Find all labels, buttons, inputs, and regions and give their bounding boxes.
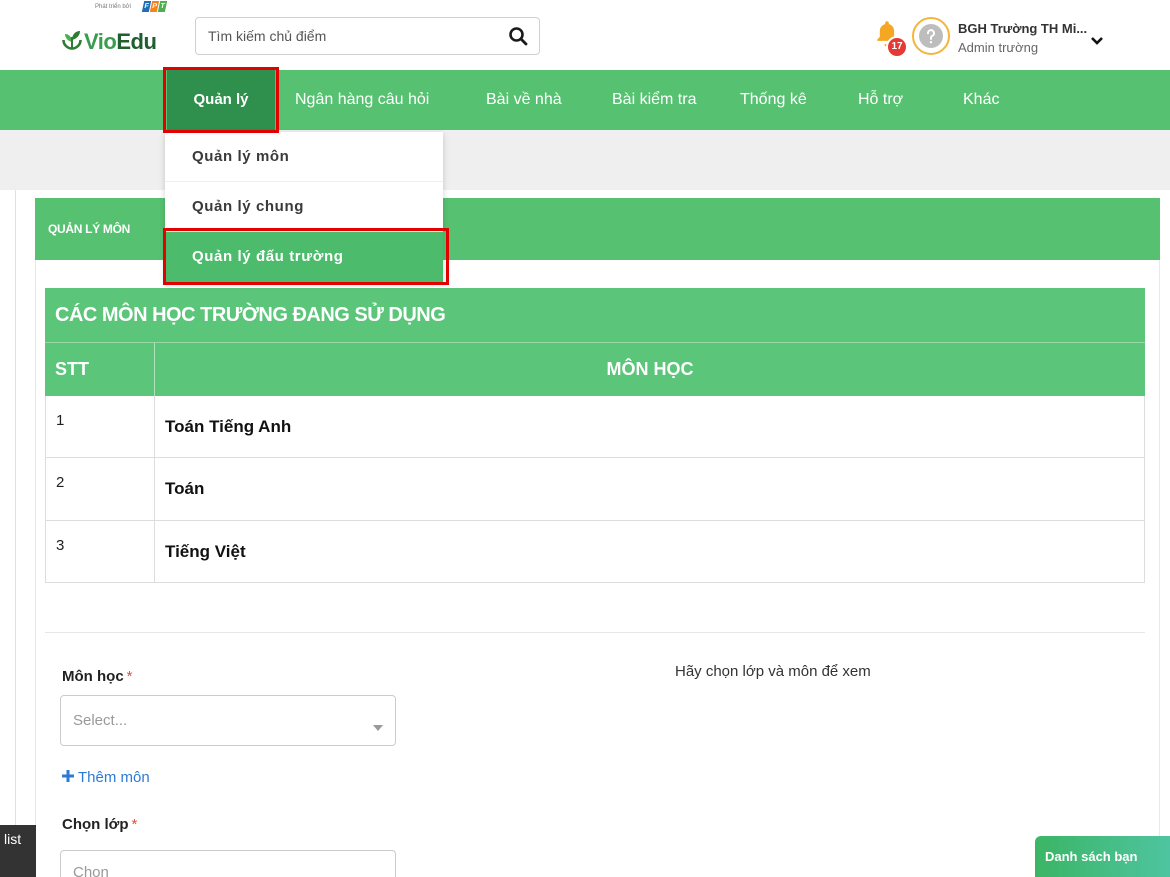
highlight-box-nav (163, 67, 279, 133)
menu-item-quan-ly-mon[interactable]: Quản lý môn (165, 132, 443, 182)
nav-item-ho-tro[interactable]: Hỗ trợ (858, 70, 903, 130)
subject-select-placeholder: Select... (73, 712, 128, 729)
row-subject: Toán Tiếng Anh (165, 416, 292, 436)
logo-text-vio: Vio (84, 29, 117, 54)
friends-list-tab[interactable]: Danh sách bạn (1035, 836, 1170, 877)
chevron-down-icon[interactable] (1090, 33, 1104, 45)
class-label: Chọn lớp * (62, 816, 137, 833)
fpt-logo-letter: T (157, 1, 168, 12)
highlight-box-dropdown (163, 228, 449, 285)
search-placeholder: Tìm kiếm chủ điểm (208, 28, 327, 44)
column-header-stt: STT (45, 343, 155, 396)
required-marker: * (126, 668, 133, 685)
plus-icon (62, 769, 74, 786)
table-header: STT MÔN HỌC (45, 342, 1145, 396)
logo-text-edu: Edu (116, 29, 157, 54)
table-title: CÁC MÔN HỌC TRƯỜNG ĐANG SỬ DỤNG (45, 288, 1145, 342)
caret-down-icon (373, 718, 383, 731)
add-subject-link[interactable]: Thêm môn (62, 769, 150, 786)
sprout-icon[interactable] (60, 26, 84, 54)
nav-item-bai-ve-nha[interactable]: Bài về nhà (486, 70, 562, 130)
hint-text: Hãy chọn lớp và môn để xem (675, 663, 871, 680)
row-index: 2 (46, 458, 155, 520)
subject-label: Môn học * (62, 668, 133, 685)
row-subject: Toán (165, 479, 205, 498)
logo-tagline: Phát triển bởi (95, 4, 131, 10)
list-tab[interactable]: list (0, 825, 36, 877)
nav-item-khac[interactable]: Khác (963, 70, 999, 130)
menu-item-quan-ly-chung[interactable]: Quản lý chung (165, 182, 443, 232)
panel-title: QUẢN LÝ MÔN (48, 222, 131, 236)
subjects-table: CÁC MÔN HỌC TRƯỜNG ĐANG SỬ DỤNG STT MÔN … (45, 288, 1145, 583)
avatar[interactable] (912, 17, 950, 55)
caret-down-icon (373, 870, 383, 876)
fpt-logo: F P T (141, 1, 168, 12)
search-icon[interactable] (508, 26, 528, 46)
row-index: 3 (46, 521, 155, 582)
nav-item-bai-kiem-tra[interactable]: Bài kiểm tra (612, 70, 696, 130)
row-subject: Tiếng Việt (165, 541, 246, 561)
row-index: 1 (46, 396, 155, 457)
app-logo[interactable]: VioEdu (84, 29, 157, 55)
class-select-placeholder: Chọn (73, 864, 109, 877)
table-row: 3 Tiếng Việt (45, 521, 1145, 583)
user-name[interactable]: BGH Trường TH Mi... (958, 21, 1087, 36)
nav-item-thong-ke[interactable]: Thống kê (740, 70, 807, 130)
question-icon (919, 24, 943, 48)
required-marker: * (131, 816, 138, 833)
notification-badge[interactable]: 17 (886, 36, 908, 58)
nav-item-ngan-hang-cau-hoi[interactable]: Ngân hàng câu hỏi (295, 70, 429, 130)
column-header-subject: MÔN HỌC (606, 359, 694, 379)
section-divider (45, 632, 1145, 633)
class-select[interactable]: Chọn (60, 850, 396, 877)
search-input[interactable]: Tìm kiếm chủ điểm (195, 17, 540, 55)
table-row: 1 Toán Tiếng Anh (45, 396, 1145, 458)
add-subject-label: Thêm môn (78, 769, 150, 786)
subject-label-text: Môn học (62, 668, 124, 685)
subject-select[interactable]: Select... (60, 695, 396, 746)
class-label-text: Chọn lớp (62, 816, 129, 833)
user-role: Admin trường (958, 40, 1039, 55)
table-row: 2 Toán (45, 458, 1145, 521)
